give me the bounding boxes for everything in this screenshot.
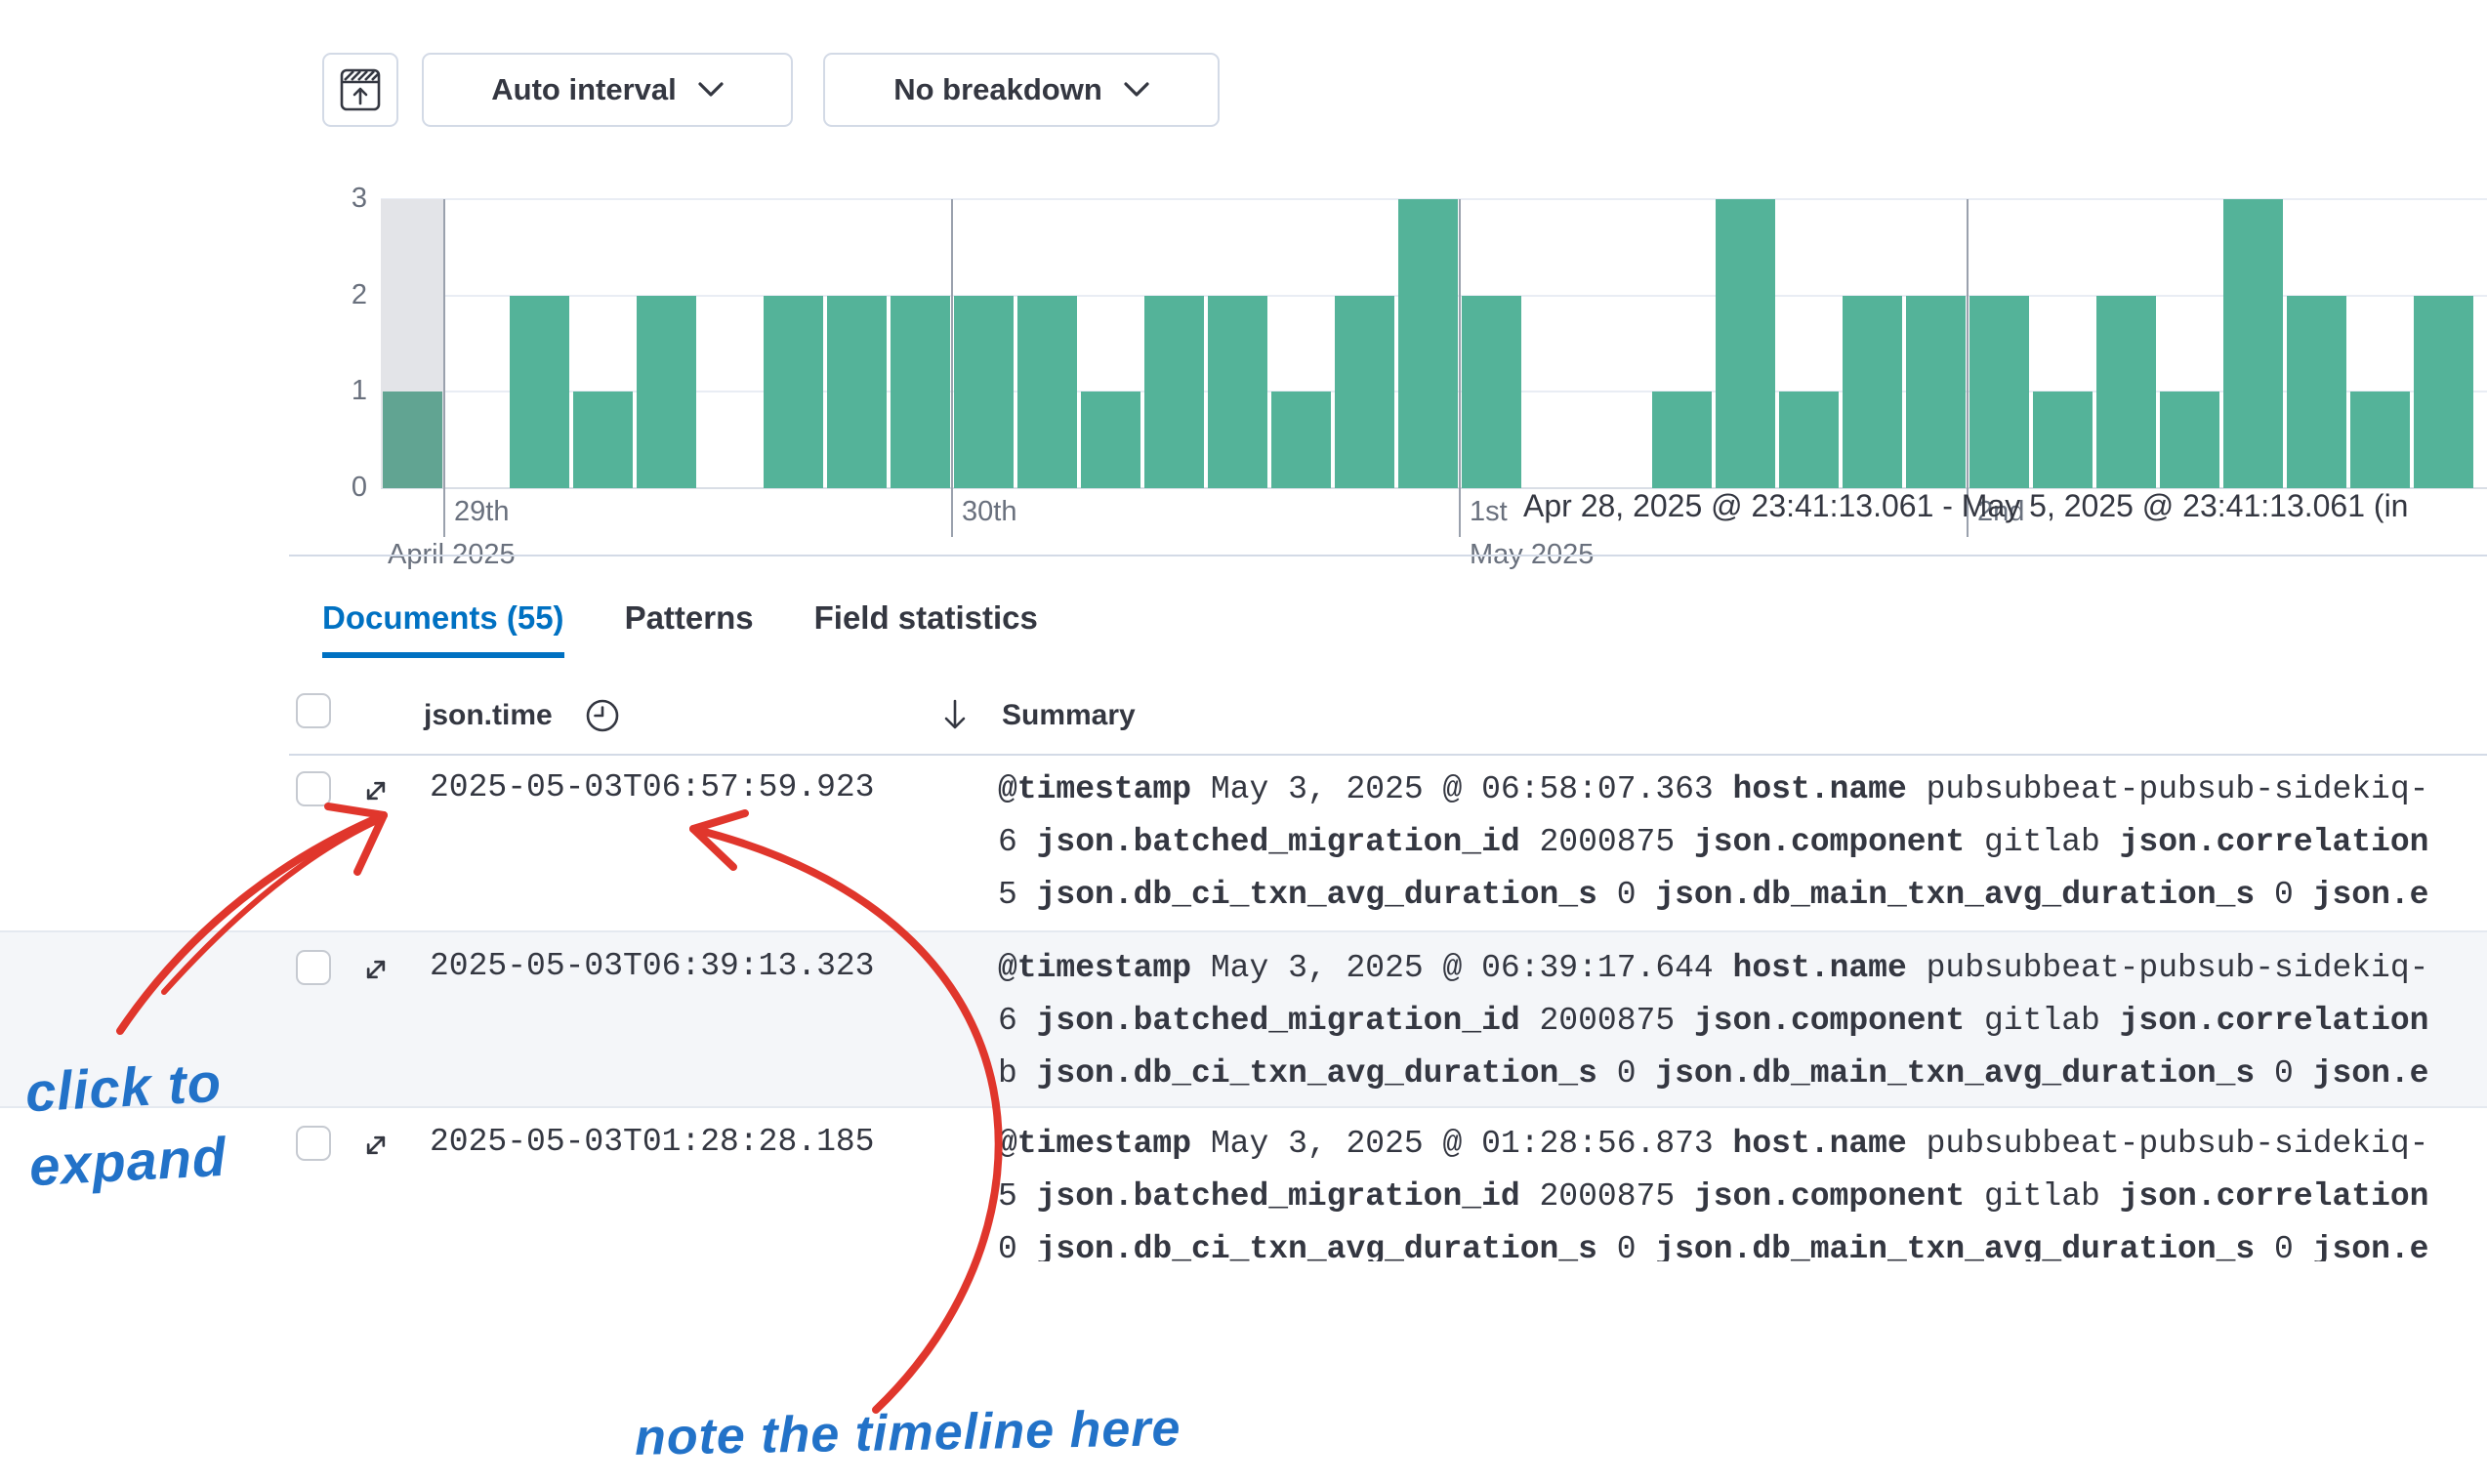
histogram-bar[interactable] [954,296,1014,488]
histogram-bar[interactable] [1906,296,1966,488]
histogram-plot-area[interactable]: 29thApril 202530th1stMay 20252nd [381,199,2487,488]
row-select-checkbox[interactable] [296,950,331,985]
clock-icon[interactable] [582,695,623,736]
chart-options-icon [338,66,383,113]
histogram-bar[interactable] [383,392,442,488]
day-gridline [951,199,953,537]
histogram-bar[interactable] [1208,296,1267,488]
day-gridline [1967,199,1969,537]
histogram-bar[interactable] [1081,392,1140,488]
x-axis-tick-label: 1st [1470,496,1508,528]
x-axis-tick-label: 30th [962,496,1016,528]
chevron-down-icon [1124,82,1149,98]
table-row: 2025-05-03T06:39:13.323 @timestamp May 3,… [0,932,2487,1108]
time-range-label: Apr 28, 2025 @ 23:41:13.061 - May 5, 202… [1523,488,2487,524]
histogram-bar[interactable] [1017,296,1077,488]
histogram-bar[interactable] [2160,392,2219,488]
row-select-checkbox[interactable] [296,1126,331,1161]
histogram-bar[interactable] [764,296,823,488]
histogram-bar[interactable] [2287,296,2346,488]
histogram-bar[interactable] [1652,392,1712,488]
histogram-bar[interactable] [1779,392,1839,488]
histogram-bar[interactable] [1969,296,2029,488]
row-summary: @timestamp May 3, 2025 @ 06:58:07.363 ho… [998,763,2487,922]
breakdown-dropdown-label: No breakdown [893,72,1102,107]
histogram-bar[interactable] [891,296,950,488]
row-select-checkbox[interactable] [296,771,331,806]
table-row: 2025-05-03T01:28:28.185 @timestamp May 3,… [0,1108,2487,1261]
row-timestamp: 2025-05-03T01:28:28.185 [430,1124,874,1160]
histogram-bar[interactable] [1271,392,1331,488]
sort-descending-icon[interactable] [935,695,974,734]
interval-dropdown[interactable]: Auto interval [422,53,793,127]
histogram-bar[interactable] [1335,296,1394,488]
histogram-bar[interactable] [1398,199,1458,488]
day-gridline [1459,199,1461,537]
histogram-bar[interactable] [1716,199,1775,488]
expand-row-icon[interactable] [357,951,394,993]
histogram-bar[interactable] [510,296,569,488]
histogram-bar[interactable] [2414,296,2473,488]
histogram-bar[interactable] [1462,296,1521,488]
section-divider [289,555,2487,556]
row-timestamp: 2025-05-03T06:57:59.923 [430,769,874,805]
expand-row-icon[interactable] [357,1127,394,1169]
histogram-bar[interactable] [1144,296,1204,488]
row-summary: @timestamp May 3, 2025 @ 01:28:56.873 ho… [998,1118,2487,1261]
edit-visualization-button[interactable] [322,53,398,127]
tab-documents[interactable]: Documents (55) [322,599,564,658]
row-timestamp: 2025-05-03T06:39:13.323 [430,948,874,984]
day-gridline [443,199,445,537]
select-all-checkbox[interactable] [296,693,331,728]
expand-row-icon[interactable] [357,772,394,814]
tab-field-statistics[interactable]: Field statistics [814,599,1038,658]
y-axis-tick-label: 2 [322,279,367,311]
y-axis-tick-label: 3 [322,183,367,215]
row-summary: @timestamp May 3, 2025 @ 06:39:17.644 ho… [998,942,2487,1100]
histogram-bar[interactable] [2223,199,2283,488]
tab-patterns[interactable]: Patterns [625,599,754,658]
tab-bar: Documents (55) Patterns Field statistics [322,599,1038,658]
histogram-bar[interactable] [637,296,696,488]
histogram-bar[interactable] [1843,296,1902,488]
histogram-bar[interactable] [2096,296,2156,488]
histogram-bar[interactable] [2350,392,2410,488]
y-axis-tick-label: 0 [322,472,367,504]
note-timeline-note: note the timeline here [635,1399,1181,1467]
y-axis-tick-label: 1 [322,375,367,407]
table-row: 2025-05-03T06:57:59.923 @timestamp May 3,… [0,754,2487,932]
histogram-bar[interactable] [827,296,887,488]
histogram-bar[interactable] [573,392,633,488]
interval-dropdown-label: Auto interval [491,72,676,107]
summary-column-header[interactable]: Summary [1002,699,1136,732]
time-column-header[interactable]: json.time [424,699,553,732]
breakdown-dropdown[interactable]: No breakdown [823,53,1220,127]
histogram-bar[interactable] [2033,392,2093,488]
x-axis-tick-label: 29th [454,496,509,528]
kibana-discover-page: Auto interval No breakdown 3 2 1 0 29thApri… [0,0,2487,1484]
chevron-down-icon [698,82,724,98]
